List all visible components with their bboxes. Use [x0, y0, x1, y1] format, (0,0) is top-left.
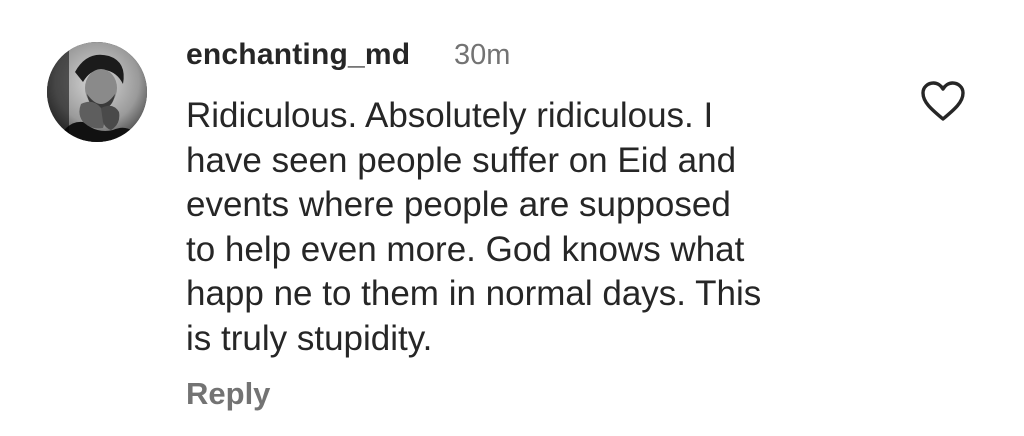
avatar[interactable]	[47, 42, 147, 142]
comment-text: Ridiculous. Absolutely ridiculous. I hav…	[186, 96, 762, 358]
like-button[interactable]	[918, 78, 968, 124]
timestamp: 30m	[454, 39, 511, 71]
username[interactable]: enchanting_md	[186, 38, 410, 72]
heart-outline-icon	[921, 81, 965, 121]
avatar-photo-icon	[47, 42, 147, 142]
comment-item: enchanting_md 30m Ridiculous. Absolutely…	[0, 0, 1024, 436]
reply-button[interactable]: Reply	[186, 376, 270, 412]
